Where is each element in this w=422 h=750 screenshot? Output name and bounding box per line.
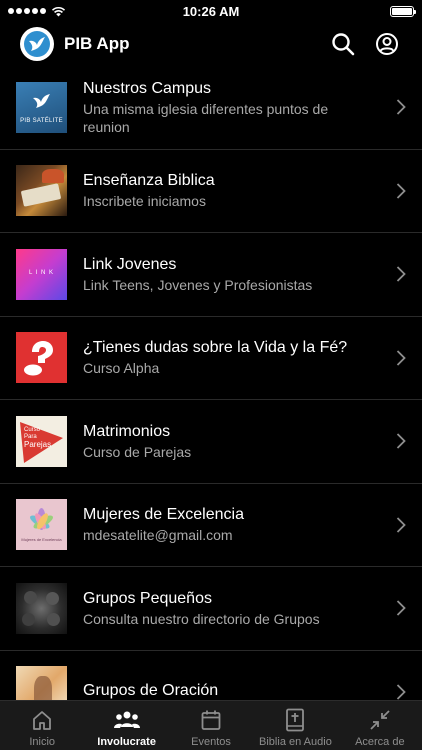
tab-inicio[interactable]: Inicio: [0, 701, 84, 750]
parejas-line3: Parejas: [24, 439, 52, 449]
app-logo: [20, 27, 54, 61]
chevron-right-icon: [396, 684, 406, 700]
tab-label: Eventos: [191, 736, 231, 748]
list-item[interactable]: L I N K Link Jovenes Link Teens, Jovenes…: [0, 233, 422, 317]
list-item[interactable]: Grupos de Oración: [0, 651, 422, 700]
chevron-right-icon: [396, 99, 406, 115]
chevron-right-icon: [396, 517, 406, 533]
item-subtitle: Curso de Parejas: [83, 443, 192, 460]
item-title: Grupos Pequeños: [83, 589, 212, 607]
list-item[interactable]: Mujeres de Excelencia Mujeres de Excelen…: [0, 484, 422, 567]
item-subtitle: mdesatelite@gmail.com: [83, 527, 233, 544]
chevron-right-icon: [396, 433, 406, 449]
collapse-arrows-icon: [370, 710, 390, 730]
mujeres-thumbnail: Mujeres de Excelencia: [16, 499, 67, 551]
involucrate-list: PIB SATÉLITE Nuestros Campus Una misma i…: [0, 66, 422, 700]
chevron-right-icon: [396, 350, 406, 366]
item-subtitle: Curso Alpha: [83, 360, 160, 377]
list-item[interactable]: Grupos Pequeños Consulta nuestro directo…: [0, 567, 422, 651]
list-item[interactable]: PIB SATÉLITE Nuestros Campus Una misma i…: [0, 66, 422, 150]
item-title: Matrimonios: [83, 422, 171, 440]
mujeres-caption: Mujeres de Excelencia: [21, 537, 62, 543]
signal-icon: [8, 8, 46, 14]
parejas-thumbnail: Curso Para Parejas: [16, 415, 67, 467]
search-button[interactable]: [328, 29, 358, 59]
item-subtitle: Link Teens, Jovenes y Profesionistas: [83, 276, 313, 293]
item-subtitle: Una misma iglesia diferentes puntos de r…: [83, 100, 329, 135]
chevron-right-icon: [396, 600, 406, 616]
parejas-line1: Curso: [24, 426, 41, 433]
signal-area: [8, 6, 66, 17]
tab-label: Biblia en Audio: [259, 736, 332, 748]
battery-icon: [390, 5, 416, 17]
link-caption: L I N K: [28, 269, 55, 276]
item-title: ¿Tienes dudas sobre la Vida y la Fé?: [83, 339, 348, 357]
app-title: PIB App: [64, 34, 130, 53]
item-title: Mujeres de Excelencia: [83, 506, 244, 524]
tab-eventos[interactable]: Eventos: [169, 701, 253, 750]
item-subtitle: Inscribete iniciamos: [83, 193, 206, 210]
list-item[interactable]: Enseñanza Biblica Inscribete iniciamos: [0, 150, 422, 233]
alpha-thumbnail: [16, 332, 67, 384]
tab-bar: Inicio Involucrate Eventos Biblia en Aud…: [0, 700, 422, 750]
list-item[interactable]: ¿Tienes dudas sobre la Vida y la Fé? Cur…: [0, 317, 422, 400]
chevron-right-icon: [396, 183, 406, 199]
item-title: Link Jovenes: [83, 255, 177, 273]
list-item[interactable]: Curso Para Parejas Matrimonios Curso de …: [0, 400, 422, 484]
oracion-thumbnail: [16, 666, 67, 700]
tab-label: Acerca de: [355, 736, 405, 748]
people-icon: [113, 711, 140, 728]
home-icon: [33, 711, 52, 730]
bible-icon: [286, 708, 305, 732]
item-title: Nuestros Campus: [83, 79, 212, 97]
tab-involucrate[interactable]: Involucrate: [84, 701, 168, 750]
campus-caption: PIB SATÉLITE: [20, 117, 63, 124]
bible-study-thumbnail: [16, 165, 67, 217]
grupos-thumbnail: [16, 582, 67, 634]
search-icon: [332, 33, 355, 56]
item-title: Grupos de Oración: [83, 682, 219, 700]
tab-label: Inicio: [29, 736, 56, 748]
chevron-right-icon: [396, 266, 406, 282]
item-title: Enseñanza Biblica: [83, 172, 215, 190]
tab-biblia-audio[interactable]: Biblia en Audio: [253, 701, 337, 750]
wifi-icon: [51, 6, 66, 16]
item-subtitle: Consulta nuestro directorio de Grupos: [83, 610, 320, 627]
link-thumbnail: L I N K: [16, 248, 67, 300]
question-bubble-icon: [24, 341, 53, 376]
profile-button[interactable]: [372, 29, 402, 59]
calendar-icon: [201, 710, 221, 730]
dove-icon: [24, 31, 50, 57]
status-bar: 10:26 AM: [0, 0, 422, 22]
dove-icon: [33, 93, 50, 108]
campus-thumbnail: PIB SATÉLITE: [16, 81, 67, 133]
app-header: PIB App: [0, 22, 422, 66]
user-icon: [376, 33, 398, 55]
tab-label: Involucrate: [97, 736, 156, 748]
tab-acerca-de[interactable]: Acerca de: [338, 701, 422, 750]
flower-icon: [30, 508, 53, 531]
